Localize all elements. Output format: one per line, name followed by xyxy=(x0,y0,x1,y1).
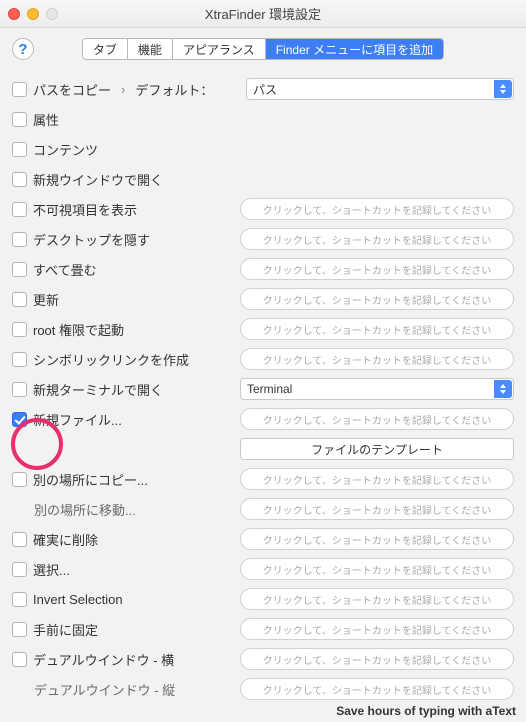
copy-path-select[interactable]: パス xyxy=(246,78,514,100)
contents-label: コンテンツ xyxy=(33,140,98,159)
window-title: XtraFinder 環境設定 xyxy=(0,4,526,23)
refresh-label: 更新 xyxy=(33,290,59,309)
move-to-label: 別の場所に移動... xyxy=(34,500,136,519)
checkbox-new-window[interactable] xyxy=(12,172,27,187)
checkbox-root-launch[interactable] xyxy=(12,322,27,337)
shortcut-pin-front[interactable]: クリックして、ショートカットを記録してください xyxy=(240,618,514,640)
delete-perm-label: 確実に削除 xyxy=(33,530,98,549)
titlebar: XtraFinder 環境設定 xyxy=(0,0,526,28)
hide-desktop-label: デスクトップを隠す xyxy=(33,230,150,249)
shortcut-select[interactable]: クリックして、ショートカットを記録してください xyxy=(240,558,514,580)
shortcut-new-file[interactable]: クリックして、ショートカットを記録してください xyxy=(240,408,514,430)
shortcut-collapse-all[interactable]: クリックして、ショートカットを記録してください xyxy=(240,258,514,280)
pin-front-label: 手前に固定 xyxy=(33,620,98,639)
checkbox-collapse-all[interactable] xyxy=(12,262,27,277)
collapse-all-label: すべて畳む xyxy=(33,260,97,279)
show-hidden-label: 不可視項目を表示 xyxy=(33,200,137,219)
file-templates-button[interactable]: ファイルのテンプレート xyxy=(240,438,514,460)
tab-appearance[interactable]: アピアランス xyxy=(173,39,266,59)
new-window-label: 新規ウインドウで開く xyxy=(33,170,163,189)
root-launch-label: root 権限で起動 xyxy=(33,320,124,339)
checkbox-attributes[interactable] xyxy=(12,112,27,127)
tab-bar: タブ 機能 アピアランス Finder メニューに項目を追加 xyxy=(12,38,514,60)
shortcut-copy-to[interactable]: クリックして、ショートカットを記録してください xyxy=(240,468,514,490)
new-file-label: 新規ファイル... xyxy=(33,410,122,429)
default-label: デフォルト： xyxy=(135,80,213,99)
shortcut-symlink[interactable]: クリックして、ショートカットを記録してください xyxy=(240,348,514,370)
checkbox-new-terminal[interactable] xyxy=(12,382,27,397)
shortcut-refresh[interactable]: クリックして、ショートカットを記録してください xyxy=(240,288,514,310)
dual-h-label: デュアルウインドウ - 横 xyxy=(33,650,174,669)
checkbox-hide-desktop[interactable] xyxy=(12,232,27,247)
footer-text: Save hours of typing with aText xyxy=(336,704,516,718)
checkbox-contents[interactable] xyxy=(12,142,27,157)
shortcut-delete-perm[interactable]: クリックして、ショートカットを記録してください xyxy=(240,528,514,550)
chevron-right-icon: › xyxy=(121,82,125,97)
checkbox-copy-to[interactable] xyxy=(12,472,27,487)
shortcut-dual-h[interactable]: クリックして、ショートカットを記録してください xyxy=(240,648,514,670)
shortcut-move-to[interactable]: クリックして、ショートカットを記録してください xyxy=(240,498,514,520)
terminal-select-value: Terminal xyxy=(247,382,292,396)
tab-add-menu-items[interactable]: Finder メニューに項目を追加 xyxy=(266,39,443,59)
content-area: ? タブ 機能 アピアランス Finder メニューに項目を追加 パスをコピー … xyxy=(0,28,526,722)
checkbox-refresh[interactable] xyxy=(12,292,27,307)
shortcut-hide-desktop[interactable]: クリックして、ショートカットを記録してください xyxy=(240,228,514,250)
checkbox-new-file[interactable] xyxy=(12,412,27,427)
attributes-label: 属性 xyxy=(33,110,59,129)
checkbox-symlink[interactable] xyxy=(12,352,27,367)
tab-tabs[interactable]: タブ xyxy=(83,39,128,59)
copy-path-select-value: パス xyxy=(253,81,277,98)
updown-icon xyxy=(494,380,512,398)
help-button[interactable]: ? xyxy=(12,38,34,60)
shortcut-invert[interactable]: クリックして、ショートカットを記録してください xyxy=(240,588,514,610)
checkbox-delete-perm[interactable] xyxy=(12,532,27,547)
symlink-label: シンボリックリンクを作成 xyxy=(33,350,189,369)
copy-path-label: パスをコピー xyxy=(33,80,111,99)
new-terminal-label: 新規ターミナルで開く xyxy=(33,380,163,399)
invert-label: Invert Selection xyxy=(33,592,123,607)
checkbox-pin-front[interactable] xyxy=(12,622,27,637)
dual-v-label: デュアルウインドウ - 縦 xyxy=(34,680,175,699)
checkbox-copy-path[interactable] xyxy=(12,82,27,97)
checkbox-show-hidden[interactable] xyxy=(12,202,27,217)
shortcut-root-launch[interactable]: クリックして、ショートカットを記録してください xyxy=(240,318,514,340)
checkbox-invert[interactable] xyxy=(12,592,27,607)
tab-features[interactable]: 機能 xyxy=(128,39,173,59)
checkbox-dual-h[interactable] xyxy=(12,652,27,667)
terminal-select[interactable]: Terminal xyxy=(240,378,514,400)
checkbox-select[interactable] xyxy=(12,562,27,577)
shortcut-show-hidden[interactable]: クリックして、ショートカットを記録してください xyxy=(240,198,514,220)
shortcut-dual-v[interactable]: クリックして、ショートカットを記録してください xyxy=(240,678,514,700)
select-label: 選択... xyxy=(33,560,70,579)
updown-icon xyxy=(494,80,512,98)
copy-to-label: 別の場所にコピー... xyxy=(33,470,148,489)
